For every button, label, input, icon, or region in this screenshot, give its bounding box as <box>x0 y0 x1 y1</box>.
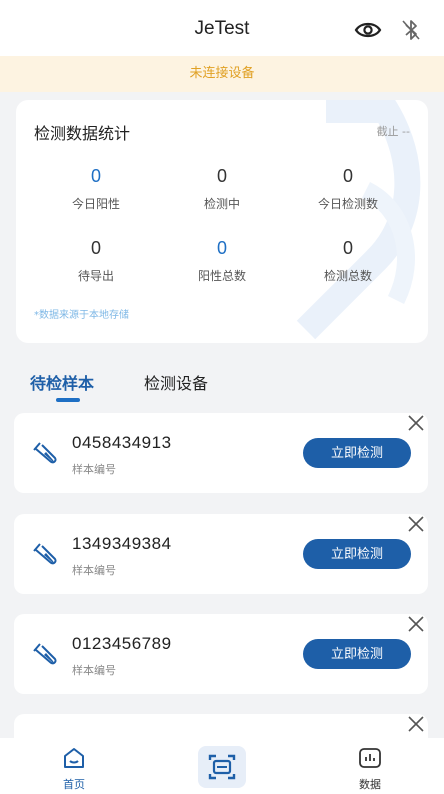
active-tab-indicator <box>56 398 80 402</box>
stats-title: 检测数据统计 <box>34 124 131 143</box>
sample-card-partial[interactable] <box>14 714 428 738</box>
home-icon <box>64 748 84 768</box>
stat-value: 0 <box>342 166 353 186</box>
stat-label: 待导出 <box>77 269 114 283</box>
detect-now-button[interactable]: 立即检测 <box>303 438 411 468</box>
sample-number: 0123456789 <box>72 634 172 653</box>
nav-data[interactable]: 数据 <box>346 746 394 792</box>
stat-value: 0 <box>90 238 101 258</box>
sample-number: 1349349384 <box>72 534 172 553</box>
data-chart-icon <box>359 748 381 768</box>
nav-home[interactable]: 首页 <box>50 746 98 792</box>
stat-label: 今日检测数 <box>317 197 378 211</box>
sample-tabs: 待检样本 检测设备 <box>0 364 444 404</box>
close-icon[interactable] <box>406 514 426 534</box>
tab-pending-samples[interactable]: 待检样本 <box>30 370 94 394</box>
test-tube-icon <box>33 442 57 464</box>
stat-label: 检测中 <box>203 197 240 211</box>
test-tube-icon <box>33 643 57 665</box>
detect-now-button[interactable]: 立即检测 <box>303 539 411 569</box>
stat-today-tests[interactable]: 0 今日检测数 <box>288 166 408 212</box>
close-icon[interactable] <box>406 413 426 433</box>
close-icon[interactable] <box>406 714 426 734</box>
top-bar: JeTest <box>0 0 444 56</box>
eye-icon[interactable] <box>354 19 382 41</box>
stat-total-positive[interactable]: 0 阳性总数 <box>162 238 282 284</box>
sample-number-caption: 样本编号 <box>72 564 116 577</box>
stat-label: 今日阳性 <box>71 197 120 211</box>
stat-value: 0 <box>216 238 227 258</box>
close-icon[interactable] <box>406 614 426 634</box>
stat-testing[interactable]: 0 检测中 <box>162 166 282 212</box>
stat-pending-export[interactable]: 0 待导出 <box>36 238 156 284</box>
stats-deadline: 截止 -- <box>376 125 410 138</box>
nav-home-label: 首页 <box>63 778 85 791</box>
tab-devices[interactable]: 检测设备 <box>144 370 208 394</box>
stat-value: 0 <box>216 166 227 186</box>
nav-data-label: 数据 <box>359 778 381 791</box>
stat-value: 0 <box>342 238 353 258</box>
bottom-nav: 首页 数据 <box>0 738 444 794</box>
stats-footnote: *数据来源于本地存储 <box>34 310 129 321</box>
stat-today-positive[interactable]: 0 今日阳性 <box>36 166 156 212</box>
sample-card[interactable]: 0123456789 样本编号 立即检测 <box>14 614 428 694</box>
sample-number-caption: 样本编号 <box>72 664 116 677</box>
stat-label: 检测总数 <box>323 269 372 283</box>
stat-value: 0 <box>90 166 101 186</box>
bluetooth-off-icon[interactable] <box>400 18 422 42</box>
sample-card[interactable]: 1349349384 样本编号 立即检测 <box>14 514 428 594</box>
test-tube-icon <box>33 543 57 565</box>
connection-status-banner[interactable]: 未连接设备 <box>0 56 444 92</box>
scan-icon <box>208 754 236 780</box>
sample-card[interactable]: 0458434913 样本编号 立即检测 <box>14 413 428 493</box>
stat-label: 阳性总数 <box>197 269 246 283</box>
sample-number: 0458434913 <box>72 433 172 452</box>
nav-scan-button[interactable] <box>198 746 246 788</box>
stats-card: 检测数据统计 截止 -- 0 今日阳性 0 检测中 0 今日检测数 0 待导出 … <box>16 100 428 343</box>
detect-now-button[interactable]: 立即检测 <box>303 639 411 669</box>
sample-number-caption: 样本编号 <box>72 463 116 476</box>
stat-total-tests[interactable]: 0 检测总数 <box>288 238 408 284</box>
